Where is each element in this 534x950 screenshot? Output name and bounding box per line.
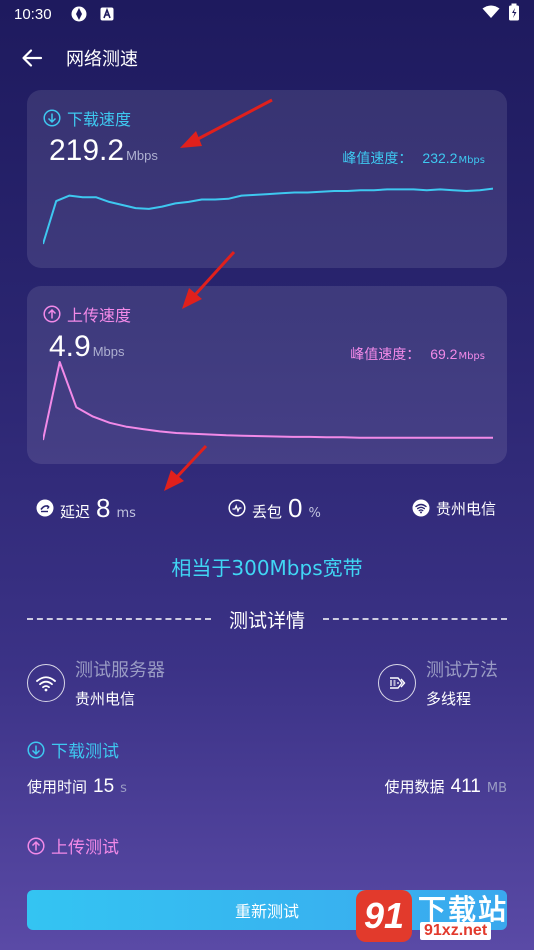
method-icon-circle bbox=[378, 663, 416, 702]
server-label: 测试服务器 bbox=[75, 660, 165, 681]
download-speed-heading: 下载速度 bbox=[43, 106, 131, 130]
upload-speed-card: 上传速度 4.9 Mbps 峰值速度： 69.2 Mbps bbox=[27, 286, 507, 464]
packet-loss-unit: % bbox=[308, 505, 321, 521]
usage-data-unit: MB bbox=[486, 781, 507, 796]
packet-loss-label: 丢包 bbox=[252, 502, 283, 521]
wifi-signal-icon bbox=[482, 5, 500, 23]
app-bar: 网络测速 bbox=[0, 36, 534, 80]
back-button[interactable] bbox=[18, 44, 46, 72]
latency-value: 8 bbox=[96, 492, 111, 523]
latency-unit: ms bbox=[116, 505, 136, 521]
upload-speed-line bbox=[43, 361, 493, 441]
upload-speed-graph bbox=[43, 361, 493, 441]
latency-label: 延迟 bbox=[60, 502, 91, 521]
usage-time-unit: s bbox=[120, 781, 127, 796]
details-title: 测试详情 bbox=[229, 609, 306, 632]
equivalent-bandwidth: 相当于300Mbps宽带 bbox=[171, 556, 363, 580]
stats-row: 延迟 8 ms 丢包 0 % 贵州电信 bbox=[0, 486, 534, 530]
download-speed-title: 下载速度 bbox=[67, 110, 132, 129]
arrow-down-circle-icon bbox=[43, 109, 61, 127]
arrow-up-circle-icon bbox=[43, 305, 61, 323]
arrow-up-circle-icon bbox=[27, 836, 45, 855]
text-notification-icon bbox=[100, 7, 114, 21]
usage-data-label: 使用数据 bbox=[384, 778, 445, 796]
upload-speed-title: 上传速度 bbox=[67, 306, 132, 325]
upload-speed-unit: Mbps bbox=[92, 344, 125, 359]
test-method-info: 测试方法 多线程 bbox=[378, 656, 498, 709]
latency-gauge-icon bbox=[36, 499, 54, 517]
wifi-icon bbox=[412, 499, 430, 517]
method-value: 多线程 bbox=[426, 690, 472, 708]
download-test-usage: 使用时间 15 s 使用数据 411 MB bbox=[27, 776, 507, 802]
usage-data: 使用数据 411 MB bbox=[385, 776, 507, 798]
download-test-heading: 下载测试 bbox=[27, 737, 119, 762]
isp-stat: 贵州电信 bbox=[412, 498, 496, 519]
packet-loss-stat: 丢包 0 % bbox=[228, 493, 321, 524]
arrow-left-icon bbox=[22, 49, 43, 67]
packet-loss-icon bbox=[228, 499, 246, 517]
server-value: 贵州电信 bbox=[75, 690, 136, 708]
usage-time: 使用时间 15 s bbox=[27, 776, 127, 798]
server-icon-circle bbox=[27, 663, 65, 702]
battery-icon bbox=[508, 3, 520, 25]
watermark-url: 91xz.net bbox=[420, 922, 492, 940]
download-speed-graph bbox=[43, 187, 493, 245]
status-bar: 10:30 bbox=[0, 0, 534, 28]
download-speed-unit: Mbps bbox=[126, 148, 158, 163]
download-speed-card: 下载速度 219.2 Mbps 峰值速度： 232.2 Mbps bbox=[27, 90, 507, 268]
details-divider: 测试详情 bbox=[27, 604, 508, 634]
arrow-down-circle-icon bbox=[27, 740, 45, 759]
method-label: 测试方法 bbox=[426, 660, 498, 681]
upload-test-title: 上传测试 bbox=[51, 838, 119, 858]
usage-time-value: 15 bbox=[93, 776, 115, 797]
wifi-icon bbox=[36, 675, 56, 691]
test-server-info: 测试服务器 贵州电信 bbox=[27, 656, 165, 709]
usage-data-value: 411 bbox=[450, 776, 481, 797]
isp-name: 贵州电信 bbox=[436, 499, 497, 518]
usage-time-label: 使用时间 bbox=[27, 778, 88, 796]
multithread-icon bbox=[390, 676, 406, 689]
site-watermark-logo: 91 下载站 91xz.net bbox=[356, 886, 526, 946]
status-time: 10:30 bbox=[14, 5, 52, 23]
upload-speed-heading: 上传速度 bbox=[43, 302, 131, 326]
latency-stat: 延迟 8 ms bbox=[36, 493, 136, 524]
upload-test-heading: 上传测试 bbox=[27, 833, 119, 858]
download-test-title: 下载测试 bbox=[51, 742, 119, 762]
divider-dash-right bbox=[323, 618, 508, 620]
packet-loss-value: 0 bbox=[288, 492, 303, 523]
page-title: 网络测速 bbox=[66, 49, 138, 70]
divider-dash-left bbox=[27, 618, 211, 620]
watermark-number: 91 bbox=[356, 890, 412, 942]
download-speed-line bbox=[43, 187, 493, 245]
app-notification-icon bbox=[70, 5, 88, 23]
